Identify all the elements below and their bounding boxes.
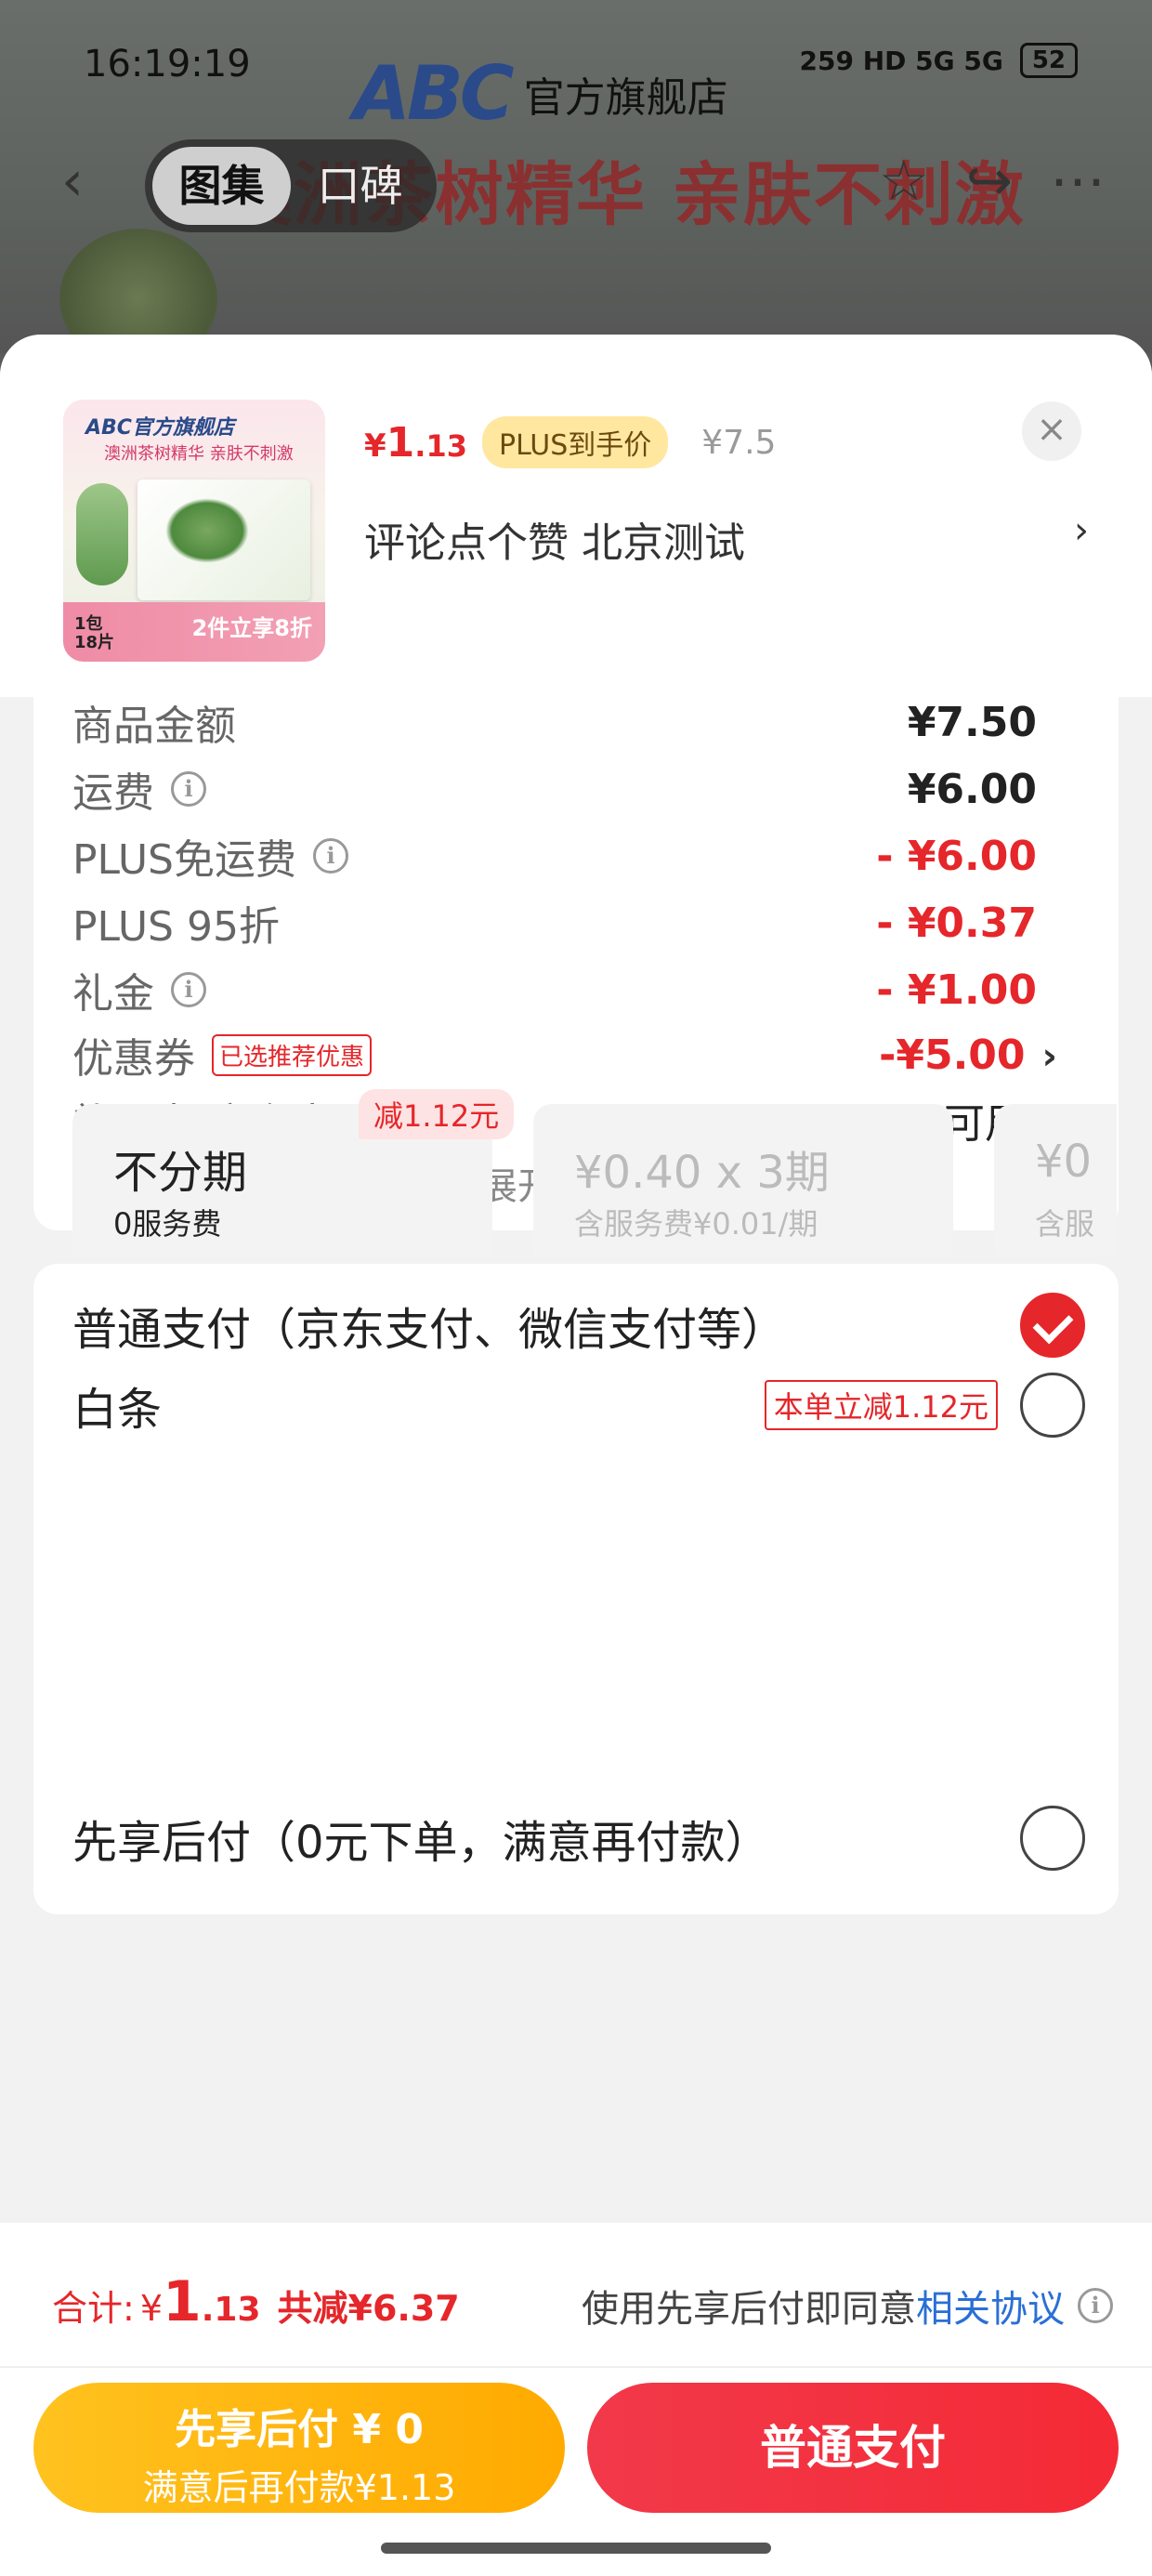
row-goods-amount: 商品金额 ¥7.50: [72, 697, 1057, 755]
total-label: 合计:: [52, 2288, 135, 2329]
row-label: 商品金额: [72, 703, 236, 750]
plan-more-installments[interactable]: ¥0 含服: [994, 1104, 1117, 1256]
chevron-right-icon: ›: [1074, 509, 1089, 552]
row-value: - ¥0.37: [876, 899, 1037, 947]
pay-later-subtitle: 满意后再付款¥1.13: [142, 2467, 456, 2508]
back-icon[interactable]: ‹: [61, 149, 84, 214]
favorite-icon[interactable]: ☆: [879, 149, 929, 214]
pay-later-button[interactable]: 先享后付 ¥ 0 满意后再付款¥1.13: [33, 2383, 565, 2513]
info-icon[interactable]: i: [1078, 2288, 1113, 2323]
order-total: 合计: ¥1.13 共减¥6.37: [52, 2269, 460, 2334]
info-icon[interactable]: i: [171, 771, 206, 807]
installment-plans: 不分期 0服务费 减1.12元 ¥0.40 x 3期 含服务费¥0.01/期 ¥…: [72, 1089, 1117, 1256]
brand-header: ABC 官方旗舰店: [353, 50, 728, 137]
brand-name: 官方旗舰店: [523, 73, 728, 122]
row-coupon[interactable]: 优惠券 已选推荐优惠 -¥5.00 ›: [72, 1022, 1057, 1087]
home-indicator: [381, 2543, 771, 2554]
spec-text: 评论点个赞 北京测试: [364, 519, 745, 567]
product-image: ABC官方旗舰店 澳洲茶树精华 亲肤不刺激 2件立享8折 1包 18片: [63, 400, 325, 662]
payment-option-label: 先享后付（0元下单，满意再付款）: [72, 1817, 770, 1869]
gallery-segment: 图集 口碑: [145, 139, 437, 232]
more-icon[interactable]: ⋯: [1050, 149, 1106, 214]
product-image-banner-text: 2件立享8折: [191, 615, 312, 641]
agreement-notice: 使用先享后付即同意相关协议 i: [582, 2279, 1113, 2333]
plan-title: ¥0: [1035, 1136, 1093, 1188]
tab-reviews[interactable]: 口碑: [291, 147, 429, 225]
row-label: PLUS 95折: [72, 903, 280, 951]
row-plus-free-shipping: PLUS免运费 i - ¥6.00: [72, 823, 1057, 888]
background-page: 澳洲茶树精华 亲肤不刺激 16:19:19 259 HD 5G 5G 52 AB…: [0, 0, 1152, 353]
agreement-link[interactable]: 相关协议: [916, 2288, 1065, 2331]
top-action-icons: ☆ ↪ ⋯: [879, 149, 1106, 214]
battery-icon: 52: [1019, 43, 1078, 78]
product-summary: ABC官方旗舰店 澳洲茶树精华 亲肤不刺激 2件立享8折 1包 18片 ¥1.1…: [0, 335, 1152, 697]
product-image-subtitle: 澳洲茶树精华 亲肤不刺激: [104, 444, 294, 464]
row-gift-money: 礼金 i - ¥1.00: [72, 957, 1057, 1022]
row-plus-discount: PLUS 95折 - ¥0.37: [72, 890, 1057, 955]
pay-later-title: 先享后付 ¥ 0: [175, 2406, 424, 2453]
payment-option-pay-later[interactable]: 先享后付（0元下单，满意再付款）: [72, 1801, 1085, 1875]
coupon-tag: 已选推荐优惠: [212, 1033, 373, 1076]
plan-fee: 含服: [1035, 1206, 1095, 1242]
row-label: 礼金: [72, 970, 154, 1018]
plan-3-installments[interactable]: ¥0.40 x 3期 含服务费¥0.01/期: [533, 1104, 953, 1256]
product-image-box: [137, 480, 310, 600]
total-amount: ¥1.13: [139, 2269, 261, 2334]
info-icon[interactable]: i: [313, 838, 348, 874]
agreement-text: 使用先享后付即同意: [582, 2288, 916, 2331]
total-discount: 共减¥6.37: [277, 2288, 460, 2329]
status-time: 16:19:19: [84, 43, 251, 85]
radio-icon[interactable]: [1020, 1373, 1085, 1438]
brand-logo: ABC: [353, 50, 515, 137]
chevron-right-icon: ›: [1041, 1034, 1057, 1078]
row-value: - ¥1.00: [876, 966, 1037, 1014]
divider: [0, 2366, 1152, 2368]
close-icon[interactable]: ×: [1022, 401, 1081, 461]
checkout-footer: 合计: ¥1.13 共减¥6.37 使用先享后付即同意相关协议 i 先享后付 ¥…: [0, 2223, 1152, 2576]
network-status: 259 HD 5G 5G: [799, 45, 1003, 76]
radio-selected-icon[interactable]: [1020, 1293, 1085, 1358]
product-image-logo: ABC官方旗舰店: [85, 416, 234, 440]
payment-option-normal[interactable]: 普通支付（京东支付、微信支付等）: [72, 1288, 1085, 1362]
payment-option-label: 白条: [72, 1384, 163, 1436]
payment-option-baitiao[interactable]: 白条 本单立减1.12元: [72, 1368, 1085, 1442]
status-icons: 259 HD 5G 5G 52: [800, 43, 1078, 78]
row-shipping: 运费 i ¥6.00: [72, 756, 1057, 821]
spec-selector[interactable]: 评论点个赞 北京测试 ›: [364, 509, 1089, 569]
baitiao-discount-tag: 本单立减1.12元: [764, 1380, 998, 1430]
plan-title: ¥0.40 x 3期: [574, 1147, 830, 1199]
plus-price-badge: PLUS到手价: [481, 416, 669, 468]
tab-gallery[interactable]: 图集: [152, 147, 291, 225]
row-value: ¥7.50: [907, 698, 1037, 746]
payment-method-card: 普通支付（京东支付、微信支付等） 白条 本单立减1.12元 先享后付（0元下单，…: [33, 1264, 1119, 1914]
plan-fee: 0服务费: [113, 1206, 222, 1242]
row-value: - ¥6.00: [876, 832, 1037, 880]
plan-title: 不分期: [113, 1147, 248, 1199]
normal-pay-button[interactable]: 普通支付: [587, 2383, 1119, 2513]
original-price: ¥7.5: [701, 423, 777, 462]
plan-discount-badge: 减1.12元: [359, 1089, 515, 1139]
price-row: ¥1.13 PLUS到手价 ¥7.5: [364, 416, 776, 468]
current-price: ¥1.13: [364, 418, 467, 467]
share-icon[interactable]: ↪: [966, 149, 1013, 214]
row-value: ¥6.00: [907, 765, 1037, 813]
row-label: 优惠券: [72, 1035, 195, 1083]
payment-option-label: 普通支付（京东支付、微信支付等）: [72, 1304, 787, 1356]
radio-icon[interactable]: [1020, 1806, 1085, 1871]
row-label: PLUS免运费: [72, 836, 296, 884]
info-icon[interactable]: i: [171, 972, 206, 1007]
product-image-leaf: [76, 483, 128, 585]
plan-fee: 含服务费¥0.01/期: [574, 1206, 818, 1242]
row-value: -¥5.00 ›: [879, 1031, 1057, 1079]
row-label: 运费: [72, 769, 154, 817]
product-image-count: 1包 18片: [74, 614, 115, 652]
